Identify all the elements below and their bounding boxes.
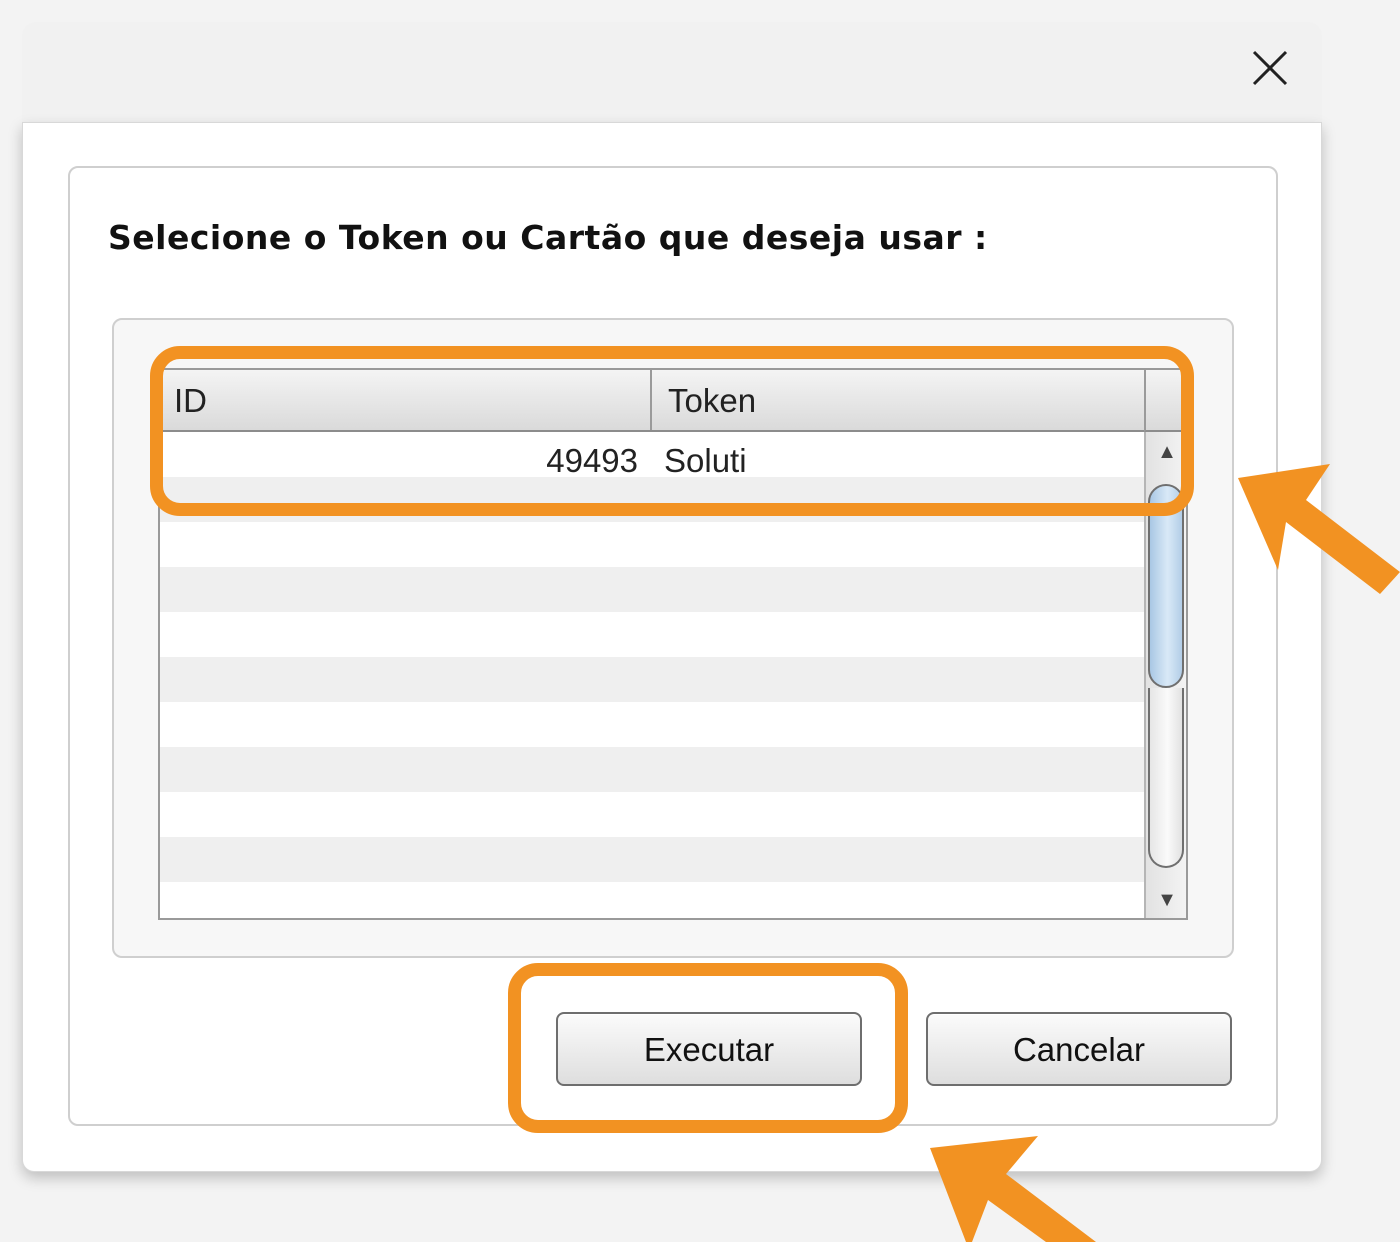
arrow-icon-pointing-button: [930, 1136, 1096, 1242]
empty-row: [160, 882, 1144, 918]
scroll-down-arrow-icon[interactable]: ▼: [1146, 880, 1186, 918]
prompt-label: Selecione o Token ou Cartão que deseja u…: [108, 218, 988, 257]
close-icon[interactable]: [1248, 46, 1292, 90]
scrollbar-track: [1148, 688, 1184, 868]
empty-row: [160, 702, 1144, 747]
empty-row: [160, 567, 1144, 612]
empty-row: [160, 837, 1144, 882]
empty-row: [160, 612, 1144, 657]
cancel-button[interactable]: Cancelar: [926, 1012, 1232, 1086]
empty-row: [160, 747, 1144, 792]
highlight-box-execute-button: [508, 963, 908, 1133]
empty-row: [160, 522, 1144, 567]
empty-row: [160, 657, 1144, 702]
highlight-box-table-row: [150, 346, 1194, 516]
title-bar: [22, 22, 1322, 122]
arrow-icon-pointing-row: [1238, 464, 1400, 594]
empty-row: [160, 792, 1144, 837]
